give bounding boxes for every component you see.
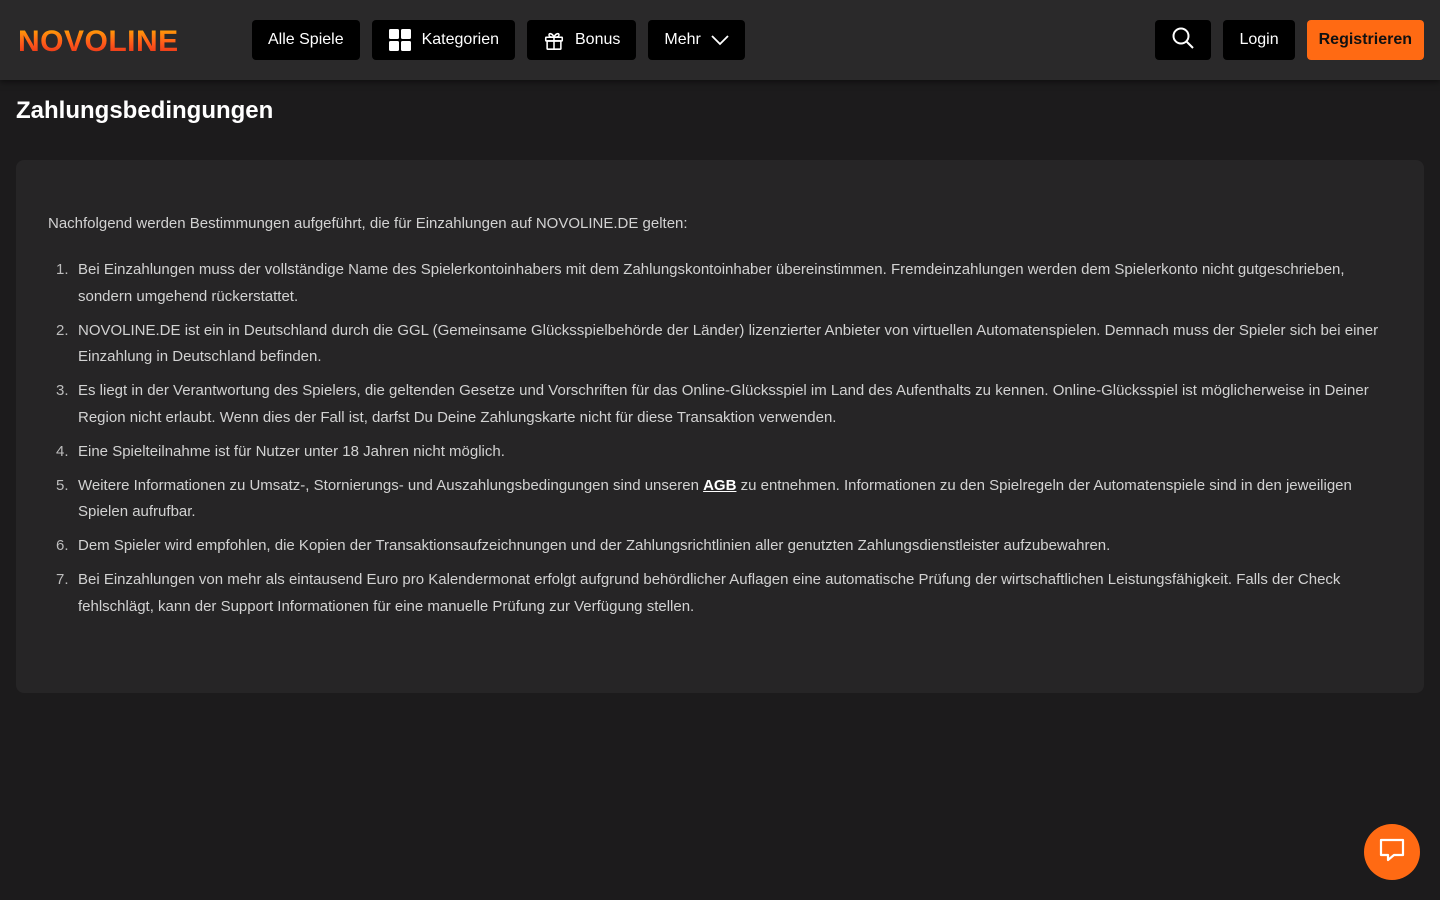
register-button[interactable]: Registrieren <box>1306 20 1424 60</box>
all-games-button[interactable]: Alle Spiele <box>252 20 360 60</box>
list-item-number: 6. <box>56 537 69 554</box>
list-item-text: Eine Spielteilnahme ist für Nutzer unter… <box>78 442 505 460</box>
all-games-label: Alle Spiele <box>268 31 344 48</box>
list-item-text: Bei Einzahlungen muss der vollständige N… <box>78 261 1345 305</box>
bonus-button[interactable]: Bonus <box>527 20 637 60</box>
chat-icon <box>1377 835 1407 870</box>
list-item: 3. Es liegt in der Verantwortung des Spi… <box>48 378 1392 431</box>
list-item-number: 2. <box>56 321 69 339</box>
top-navigation-bar: NOVOLINE Alle Spiele Kategorien Bonus Me… <box>0 0 1440 80</box>
more-menu-button[interactable]: Mehr <box>648 20 745 60</box>
categories-button[interactable]: Kategorien <box>371 20 515 60</box>
payment-terms-card: Nachfolgend werden Bestimmungen aufgefüh… <box>16 160 1424 693</box>
list-item-text-before: Weitere Informationen zu Umsatz-, Storni… <box>78 476 704 494</box>
header-actions: Login Registrieren <box>1155 20 1424 60</box>
main-nav: Alle Spiele Kategorien Bonus Mehr <box>252 20 745 60</box>
page-title: Zahlungsbedingungen <box>16 97 274 124</box>
list-item-text: NOVOLINE.DE ist ein in Deutschland durch… <box>78 321 1379 366</box>
bonus-label: Bonus <box>575 31 621 48</box>
list-item-text: Bei Einzahlungen von mehr als eintausend… <box>78 571 1341 615</box>
list-item: 2. NOVOLINE.DE ist ein in Deutschland du… <box>48 318 1392 371</box>
categories-label: Kategorien <box>421 31 499 48</box>
login-button[interactable]: Login <box>1223 20 1295 60</box>
list-item-number: 3. <box>56 382 69 399</box>
chevron-down-icon <box>711 34 729 46</box>
more-label: Mehr <box>664 31 701 48</box>
list-item: 6. Dem Spieler wird empfohlen, die Kopie… <box>48 533 1392 560</box>
list-item-number: 5. <box>56 476 69 494</box>
list-item-number: 1. <box>56 261 69 278</box>
gift-icon <box>543 29 565 51</box>
list-item-number: 4. <box>56 442 69 460</box>
list-item-text: Es liegt in der Verantwortung des Spiele… <box>78 382 1369 426</box>
terms-list: 1. Bei Einzahlungen muss der vollständig… <box>48 257 1392 620</box>
list-item-text: Dem Spieler wird empfohlen, die Kopien d… <box>78 537 1111 554</box>
chat-support-button[interactable] <box>1364 824 1420 880</box>
agb-link[interactable]: AGB <box>703 477 736 494</box>
list-item-number: 7. <box>56 571 69 588</box>
list-item: 5. Weitere Informationen zu Umsatz-, Sto… <box>48 473 1392 526</box>
logo-wordmark: NOVOLINE <box>18 25 179 55</box>
search-icon <box>1171 26 1195 55</box>
list-item: 7. Bei Einzahlungen von mehr als eintaus… <box>48 567 1392 620</box>
search-button[interactable] <box>1155 20 1212 60</box>
svg-text:NOVOLINE: NOVOLINE <box>18 25 179 55</box>
intro-text: Nachfolgend werden Bestimmungen aufgefüh… <box>48 215 688 232</box>
novoline-logo[interactable]: NOVOLINE <box>18 25 212 55</box>
list-item: 1. Bei Einzahlungen muss der vollständig… <box>48 257 1392 310</box>
list-item: 4. Eine Spielteilnahme ist für Nutzer un… <box>48 439 1392 466</box>
grid-icon <box>388 28 412 52</box>
